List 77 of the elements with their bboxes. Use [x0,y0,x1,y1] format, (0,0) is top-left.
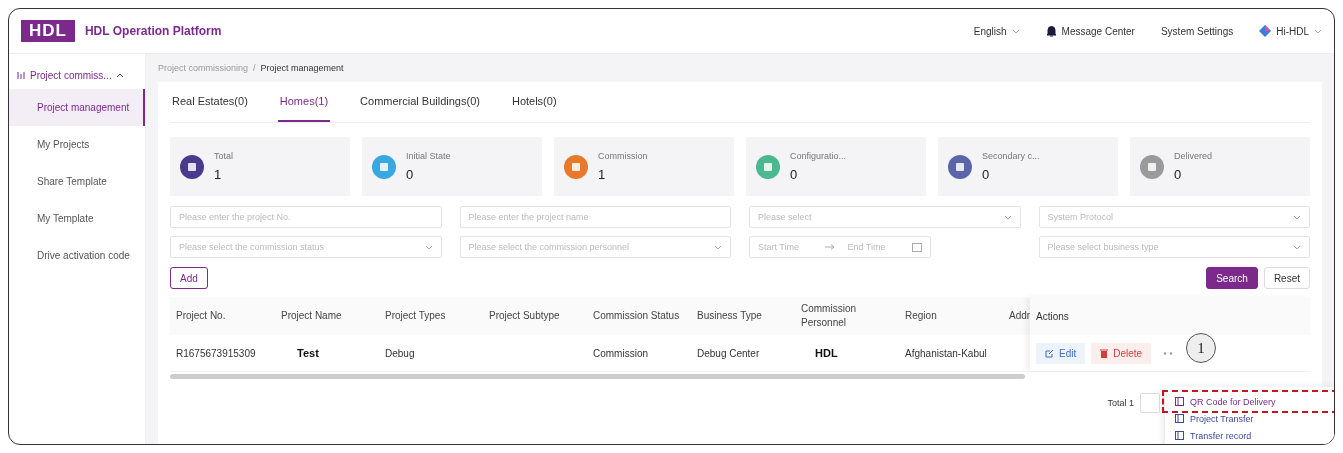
column-header: Project Name [280,309,343,323]
input-field[interactable]: Please enter the project name [459,206,731,228]
chevron-down-icon [1314,28,1322,34]
calendar-icon [912,242,922,252]
column-header: Project No. [175,309,227,323]
table-cell-text: HDL [814,347,839,359]
stat-value: 0 [1174,167,1183,182]
language-selector[interactable]: English [973,25,1020,37]
reset-button[interactable]: Reset [1263,267,1310,289]
table-cell-text: Test [296,347,320,359]
user-menu[interactable]: Hi-HDL [1259,25,1322,37]
column-header: Project Subtype [488,309,561,323]
stat-label: Delivered [1174,151,1213,161]
tab[interactable]: Homes(1) [277,82,331,122]
table-cell-text: Commission [592,347,649,359]
stat-value: 0 [406,167,415,182]
chevron-down-icon [1011,28,1020,34]
table-cell-text: Afghanistan-Kabul [904,347,988,359]
trash-icon [1100,348,1109,358]
chevron-icon [115,73,124,78]
table-cell-text: Debug [384,347,416,359]
search-button[interactable]: Search [1206,267,1258,289]
sidebar-item[interactable]: Share Template [9,163,145,200]
column-header: Business Type [696,309,763,323]
document-icon [1175,431,1184,440]
arrow-right-icon [825,244,836,250]
delete-button[interactable]: Delete [1091,342,1152,364]
sidebar-item[interactable]: My Template [9,200,145,237]
chevron-down-icon [1293,214,1301,220]
stat-label: Commission [598,151,648,161]
sidebar-item[interactable]: Drive activation code [9,237,145,274]
stat-label: Initial State [406,151,451,161]
stat-value: 1 [214,167,223,182]
document-icon [1175,397,1184,406]
edit-button[interactable]: Edit [1036,342,1086,364]
stat-value: 0 [790,167,799,182]
chevron-down-icon [1293,244,1301,250]
sidebar-group[interactable]: Project commiss... [9,62,145,89]
column-header: Commission Status [592,309,681,323]
column-header: Region [904,309,938,323]
breadcrumb-item: Project management [260,63,344,73]
chevron-down-icon [714,244,722,250]
diamond-icon [1259,25,1272,37]
bell-icon[interactable] [1045,25,1057,37]
column-header: Project Types [384,309,447,323]
system-settings-link[interactable]: System Settings [1160,25,1234,37]
table-cell-text: R1675673915309 [175,347,257,359]
commissioning-icon [17,71,26,80]
stat-label: Secondary c... [982,151,1040,161]
chevron-down-icon [1003,214,1012,220]
total-count: Total 1 [1107,398,1134,408]
menu-item[interactable]: QR Code for Delivery [1165,393,1334,410]
breadcrumb-separator: / [253,63,256,73]
tab[interactable]: Commercial Buildings(0) [358,82,482,122]
app-title: HDL Operation Platform [84,24,222,38]
document-icon [1175,414,1184,423]
menu-item[interactable]: Transfer record [1165,427,1334,444]
input-field[interactable]: Please enter the project No. [170,206,442,228]
stat-label: Total [214,151,233,161]
more-icon[interactable] [1163,351,1174,355]
sidebar-item[interactable]: My Projects [9,126,145,163]
add-button[interactable]: Add [170,267,208,289]
edit-icon [1045,348,1054,358]
message-center-link[interactable]: Message Center [1061,25,1135,37]
sidebar-item[interactable]: Project management [9,89,145,126]
tab[interactable]: Real Estates(0) [170,82,250,122]
logo: HDL [21,20,75,42]
stat-label: Configuratio... [790,151,847,161]
stat-value: 1 [598,167,607,182]
tab[interactable]: Hotels(0) [509,82,559,122]
column-header: Actions [1030,297,1310,335]
chevron-down-icon [424,244,433,250]
column-header: Addr [1008,309,1032,323]
menu-item[interactable]: Project Transfer [1165,410,1334,427]
table-cell-text: Debug Center [696,347,761,359]
column-header: Commission Personnel [800,302,857,330]
stat-value: 0 [982,167,991,182]
